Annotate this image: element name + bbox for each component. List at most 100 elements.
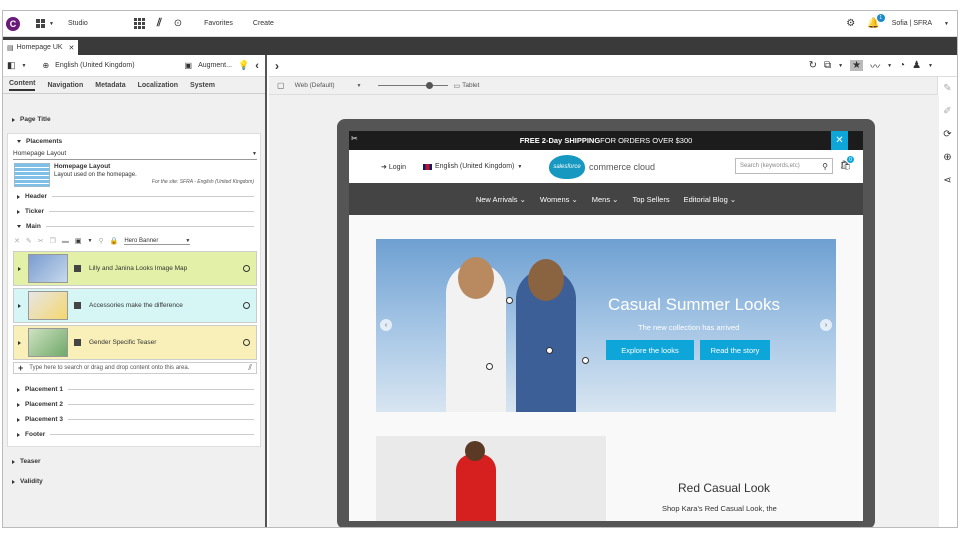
chevron-down-icon[interactable]: ▼: [838, 63, 843, 69]
hotspot[interactable]: [506, 297, 513, 304]
site-logo[interactable]: salesforce commerce cloud: [549, 154, 655, 179]
nav-mens[interactable]: Mens ⌄: [592, 195, 619, 204]
nav-top-sellers[interactable]: Top Sellers: [632, 195, 669, 204]
library-icon[interactable]: ⫽: [157, 17, 162, 30]
clock-icon[interactable]: ◔: [899, 60, 905, 71]
chevron-down-icon[interactable]: ▼: [22, 63, 27, 69]
expand-icon: [17, 402, 20, 407]
apps-button[interactable]: [133, 18, 145, 29]
hotspot[interactable]: [546, 347, 553, 354]
tab-homepage-uk[interactable]: ▤ Homepage UK ✕: [3, 40, 79, 55]
section-main[interactable]: Main: [8, 223, 260, 230]
language-label[interactable]: English (United Kingdom): [55, 62, 134, 69]
list-item[interactable]: Accessories make the difference: [13, 288, 257, 323]
section-page-title[interactable]: Page Title: [3, 116, 51, 123]
search-icon[interactable]: ⚲: [822, 162, 828, 171]
section-validity[interactable]: Validity: [3, 478, 43, 485]
reload-icon[interactable]: ↻: [809, 60, 817, 71]
analytics-icon[interactable]: 〰: [870, 58, 880, 73]
lightbulb-icon[interactable]: 💡: [238, 60, 249, 71]
globe-icon[interactable]: [243, 339, 250, 346]
create-menu[interactable]: Create: [253, 20, 274, 27]
teaser-image[interactable]: [376, 436, 606, 521]
close-icon[interactable]: ✕: [831, 131, 848, 150]
slider-handle[interactable]: [425, 82, 433, 89]
section-footer[interactable]: Footer: [8, 431, 260, 438]
favorites-menu[interactable]: Favorites: [204, 20, 233, 27]
chevron-down-icon[interactable]: ▼: [928, 63, 933, 69]
section-teaser[interactable]: Teaser: [3, 458, 40, 465]
tab-navigation[interactable]: Navigation: [47, 82, 83, 89]
section-ticker[interactable]: Ticker: [8, 208, 260, 215]
tab-metadata[interactable]: Metadata: [95, 82, 125, 89]
panel-layout-icon[interactable]: ◧: [7, 60, 16, 71]
delete-icon[interactable]: ▬: [62, 238, 69, 245]
login-link[interactable]: ➜ Login: [381, 163, 406, 171]
section-header[interactable]: Header: [8, 193, 260, 200]
remove-icon[interactable]: ✕: [14, 237, 20, 245]
list-item[interactable]: Gender Specific Teaser: [13, 325, 257, 360]
collapse-arrow-icon[interactable]: ‹: [255, 60, 259, 72]
sync-icon[interactable]: ⟳: [943, 129, 951, 140]
section-placement-1[interactable]: Placement 1: [8, 386, 260, 393]
pen-icon[interactable]: ✎: [943, 83, 951, 94]
section-placement-3[interactable]: Placement 3: [8, 416, 260, 423]
new-content-icon[interactable]: ▣: [75, 237, 82, 245]
hotspot[interactable]: [486, 363, 493, 370]
expand-arrow-icon[interactable]: ›: [275, 59, 279, 73]
expand-icon[interactable]: [18, 303, 21, 308]
chevron-down-icon[interactable]: ▼: [357, 83, 362, 89]
chevron-down-icon[interactable]: ▼: [887, 63, 892, 69]
preview-frame-icon[interactable]: ▢: [277, 81, 285, 90]
nav-new-arrivals[interactable]: New Arrivals ⌄: [476, 195, 526, 204]
link-icon[interactable]: ⚲: [98, 237, 103, 245]
target-icon[interactable]: ⊙: [174, 18, 182, 29]
personalization-icon[interactable]: ♟: [912, 60, 921, 71]
channel-select[interactable]: Web (Default): [295, 82, 335, 89]
copy-icon[interactable]: ❐: [50, 237, 56, 245]
tab-localization[interactable]: Localization: [138, 82, 178, 89]
pen-off-icon[interactable]: ✐: [943, 106, 951, 117]
user-menu[interactable]: Sofia | SFRA: [892, 20, 932, 27]
layout-select[interactable]: Homepage Layout ▼: [13, 148, 257, 160]
read-story-button[interactable]: Read the story: [700, 340, 770, 360]
globe-icon[interactable]: ⊕: [943, 152, 951, 163]
star-icon[interactable]: ★: [850, 60, 864, 71]
nav-womens[interactable]: Womens ⌄: [540, 195, 578, 204]
open-external-icon[interactable]: ⧉: [824, 60, 831, 71]
carousel-next-icon[interactable]: ›: [820, 319, 832, 331]
nav-editorial-blog[interactable]: Editorial Blog ⌄: [684, 195, 737, 204]
hotspot[interactable]: [582, 357, 589, 364]
hero-banner[interactable]: ‹ › Casual Summer Looks The new collecti…: [376, 239, 836, 412]
workflow-icon[interactable]: ⚙: [846, 18, 855, 29]
device-size-slider[interactable]: [377, 82, 448, 89]
user-chevron-icon[interactable]: ▼: [944, 21, 949, 27]
globe-icon[interactable]: [243, 302, 250, 309]
edit-icon[interactable]: ✎: [26, 237, 32, 245]
tools-icon[interactable]: ✂: [351, 134, 358, 143]
section-placement-2[interactable]: Placement 2: [8, 401, 260, 408]
type-select[interactable]: Hero Banner ▼: [124, 238, 191, 245]
app-logo[interactable]: C: [6, 16, 20, 31]
notifications-button[interactable]: 🔔 1: [867, 14, 885, 29]
augment-label[interactable]: Augment...: [198, 62, 232, 69]
expand-icon[interactable]: [18, 340, 21, 345]
cut-icon[interactable]: ✂: [38, 237, 44, 245]
section-placements[interactable]: Placements: [8, 138, 260, 145]
explore-looks-button[interactable]: Explore the looks: [606, 340, 694, 360]
expand-icon[interactable]: [18, 266, 21, 271]
content-drop-input[interactable]: + Type here to search or drag and drop c…: [13, 362, 257, 374]
app-switcher-button[interactable]: ▼: [36, 19, 54, 28]
share-icon[interactable]: ⋖: [943, 175, 951, 186]
chevron-down-icon[interactable]: ▼: [88, 238, 93, 244]
site-search-input[interactable]: Search (keywords,etc) ⚲: [735, 158, 833, 174]
plus-icon[interactable]: +: [18, 363, 23, 373]
close-icon[interactable]: ✕: [69, 44, 75, 52]
tab-system[interactable]: System: [190, 82, 215, 89]
library-icon[interactable]: ⫽: [248, 363, 252, 373]
carousel-prev-icon[interactable]: ‹: [380, 319, 392, 331]
list-item[interactable]: Lilly and Janina Looks Image Map: [13, 251, 257, 286]
language-select[interactable]: English (United Kingdom) ▼: [423, 163, 522, 170]
globe-icon[interactable]: [243, 265, 250, 272]
tab-content[interactable]: Content: [9, 80, 36, 91]
